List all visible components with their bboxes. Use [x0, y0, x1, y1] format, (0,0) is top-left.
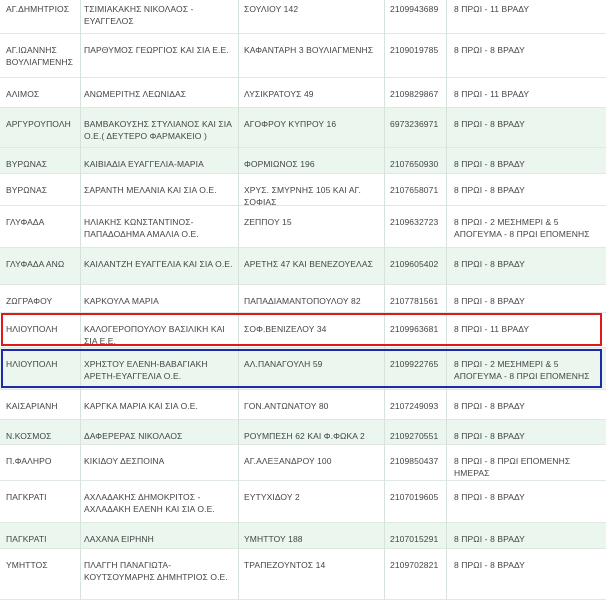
hours-cell: 8 ΠΡΩΙ - 2 ΜΕΣΗΜΕΡΙ & 5 ΑΠΟΓΕΥΜΑ - 8 ΠΡΩ… [454, 217, 590, 239]
phone-cell: 2107015291 [390, 534, 439, 544]
address-cell: ΑΓ.ΑΛΕΞΑΝΔΡΟΥ 100 [244, 456, 332, 466]
column-divider [384, 0, 385, 600]
table-row: ΠΑΓΚΡΑΤΙ ΛΑΧΑΝΑ ΕΙΡΗΝΗ ΥΜΗΤΤΟΥ 188 21070… [0, 523, 606, 549]
address-cell: ΚΑΦΑΝΤΑΡΗ 3 ΒΟΥΛΙΑΓΜΕΝΗΣ [244, 45, 374, 55]
table-row: ΑΡΓΥΡΟΥΠΟΛΗ ΒΑΜΒΑΚΟΥΣΗΣ ΣΤΥΛΙΑΝΟΣ ΚΑΙ ΣΙ… [0, 108, 606, 148]
phone-cell: 2109829867 [390, 89, 439, 99]
area-cell: ΑΓ.ΙΩΑΝΝΗΣ ΒΟΥΛΙΑΓΜΕΝΗΣ [6, 45, 73, 67]
hours-cell: 8 ΠΡΩΙ - 8 ΒΡΑΔΥ [454, 560, 525, 570]
hours-cell: 8 ΠΡΩΙ - 11 ΒΡΑΔΥ [454, 89, 530, 99]
phone-cell: 2107658071 [390, 185, 439, 195]
area-cell: ΚΑΙΣΑΡΙΑΝΗ [6, 401, 58, 411]
area-cell: ΥΜΗΤΤΟΣ [6, 560, 48, 570]
address-cell: ΡΟΥΜΠΕΣΗ 62 ΚΑΙ Φ.ΦΩΚΑ 2 [244, 431, 365, 441]
hours-cell: 8 ΠΡΩΙ - 8 ΒΡΑΔΥ [454, 492, 525, 502]
pharmacy-cell: ΚΑΙΒΙΑΔΙΑ ΕΥΑΓΓΕΛΙΑ-ΜΑΡΙΑ [84, 159, 204, 169]
column-divider [80, 0, 81, 600]
pharmacy-cell: ΚΑΡΓΚΑ ΜΑΡΙΑ ΚΑΙ ΣΙΑ Ο.Ε. [84, 401, 199, 411]
pharmacy-cell: ΚΙΚΙΔΟΥ ΔΕΣΠΟΙΝΑ [84, 456, 165, 466]
hours-cell: 8 ΠΡΩΙ - 8 ΒΡΑΔΥ [454, 159, 525, 169]
table-row: ΓΛΥΦΑΔΑ ΗΛΙΑΚΗΣ ΚΩΝΣΤΑΝΤΙΝΟΣ-ΠΑΠΑΔΟΔΗΜΑ … [0, 206, 606, 248]
area-cell: ΒΥΡΩΝΑΣ [6, 159, 48, 169]
phone-cell: 2109270551 [390, 431, 439, 441]
table-row: Ν.ΚΟΣΜΟΣ ΔΑΦΕΡΕΡΑΣ ΝΙΚΟΛΑΟΣ ΡΟΥΜΠΕΣΗ 62 … [0, 420, 606, 445]
phone-cell: 2107019605 [390, 492, 439, 502]
address-cell: ΛΥΣΙΚΡΑΤΟΥΣ 49 [244, 89, 314, 99]
table-row: Π.ΦΑΛΗΡΟ ΚΙΚΙΔΟΥ ΔΕΣΠΟΙΝΑ ΑΓ.ΑΛΕΞΑΝΔΡΟΥ … [0, 445, 606, 481]
phone-cell: 2107249093 [390, 401, 439, 411]
area-cell: Π.ΦΑΛΗΡΟ [6, 456, 52, 466]
table-row: ΠΑΓΚΡΑΤΙ ΑΧΛΑΔΑΚΗΣ ΔΗΜΟΚΡΙΤΟΣ - ΑΧΛΑΔΑΚΗ… [0, 481, 606, 523]
highlight-box-blue [1, 349, 602, 388]
hours-cell: 8 ΠΡΩΙ - 8 ΒΡΑΔΥ [454, 431, 525, 441]
address-cell: ΦΟΡΜΙΩΝΟΣ 196 [244, 159, 315, 169]
phone-cell: 2109019785 [390, 45, 439, 55]
pharmacy-cell: ΑΧΛΑΔΑΚΗΣ ΔΗΜΟΚΡΙΤΟΣ - ΑΧΛΑΔΑΚΗ ΕΛΕΝΗ ΚΑ… [84, 492, 215, 514]
area-cell: ΑΡΓΥΡΟΥΠΟΛΗ [6, 119, 71, 129]
address-cell: ΧΡΥΣ. ΣΜΥΡΝΗΣ 105 ΚΑΙ ΑΓ. ΣΟΦΙΑΣ [244, 185, 361, 207]
phone-cell: 2107650930 [390, 159, 439, 169]
area-cell: ΒΥΡΩΝΑΣ [6, 185, 48, 195]
area-cell: ΓΛΥΦΑΔΑ [6, 217, 45, 227]
table-row: ΚΑΙΣΑΡΙΑΝΗ ΚΑΡΓΚΑ ΜΑΡΙΑ ΚΑΙ ΣΙΑ Ο.Ε. ΓΟΝ… [0, 390, 606, 420]
area-cell: Ν.ΚΟΣΜΟΣ [6, 431, 52, 441]
area-cell: ΖΩΓΡΑΦΟΥ [6, 296, 53, 306]
address-cell: ΓΟΝ.ΑΝΤΩΝΑΤΟΥ 80 [244, 401, 329, 411]
hours-cell: 8 ΠΡΩΙ - 11 ΒΡΑΔΥ [454, 4, 530, 14]
highlight-box-red [1, 313, 602, 346]
column-divider [446, 0, 447, 600]
table-row: ΥΜΗΤΤΟΣ ΠΛΑΓΓΗ ΠΑΝΑΓΙΩΤΑ-ΚΟΥΤΣΟΥΜΑΡΗΣ ΔΗ… [0, 549, 606, 600]
phone-cell: 6973236971 [390, 119, 439, 129]
pharmacy-cell: ΛΑΧΑΝΑ ΕΙΡΗΝΗ [84, 534, 154, 544]
phone-cell: 2107781561 [390, 296, 439, 306]
table-row: ΒΥΡΩΝΑΣ ΚΑΙΒΙΑΔΙΑ ΕΥΑΓΓΕΛΙΑ-ΜΑΡΙΑ ΦΟΡΜΙΩ… [0, 148, 606, 174]
table-row: ΑΛΙΜΟΣ ΑΝΩΜΕΡΙΤΗΣ ΛΕΩΝΙΔΑΣ ΛΥΣΙΚΡΑΤΟΥΣ 4… [0, 78, 606, 108]
pharmacy-cell: ΣΑΡΑΝΤΗ ΜΕΛΑΝΙΑ ΚΑΙ ΣΙΑ Ο.Ε. [84, 185, 217, 195]
address-cell: ΖΕΠΠΟΥ 15 [244, 217, 292, 227]
pharmacy-cell: ΤΣΙΜΙΑΚΑΚΗΣ ΝΙΚΟΛΑΟΣ - ΕΥΑΓΓΕΛΟΣ [84, 4, 194, 26]
phone-cell: 2109850437 [390, 456, 439, 466]
pharmacy-cell: ΚΑΡΚΟΥΛΑ ΜΑΡΙΑ [84, 296, 159, 306]
hours-cell: 8 ΠΡΩΙ - 8 ΒΡΑΔΥ [454, 401, 525, 411]
address-cell: ΥΜΗΤΤΟΥ 188 [244, 534, 303, 544]
pharmacy-cell: ΠΑΡΘΥΜΟΣ ΓΕΩΡΓΙΟΣ ΚΑΙ ΣΙΑ Ε.Ε. [84, 45, 229, 55]
table-row: ΒΥΡΩΝΑΣ ΣΑΡΑΝΤΗ ΜΕΛΑΝΙΑ ΚΑΙ ΣΙΑ Ο.Ε. ΧΡΥ… [0, 174, 606, 207]
area-cell: ΓΛΥΦΑΔΑ ΑΝΩ [6, 259, 65, 269]
phone-cell: 2109605402 [390, 259, 439, 269]
area-cell: ΠΑΓΚΡΑΤΙ [6, 534, 47, 544]
hours-cell: 8 ΠΡΩΙ - 8 ΒΡΑΔΥ [454, 119, 525, 129]
table-row: ΑΓ.ΔΗΜΗΤΡΙΟΣ ΤΣΙΜΙΑΚΑΚΗΣ ΝΙΚΟΛΑΟΣ - ΕΥΑΓ… [0, 0, 606, 34]
address-cell: ΤΡΑΠΕΖΟΥΝΤΟΣ 14 [244, 560, 326, 570]
area-cell: ΑΛΙΜΟΣ [6, 89, 40, 99]
address-cell: ΠΑΠΑΔΙΑΜΑΝΤΟΠΟΥΛΟΥ 82 [244, 296, 361, 306]
hours-cell: 8 ΠΡΩΙ - 8 ΒΡΑΔΥ [454, 296, 525, 306]
address-cell: ΑΓΟΦΡΟΥ ΚΥΠΡΟΥ 16 [244, 119, 337, 129]
hours-cell: 8 ΠΡΩΙ - 8 ΒΡΑΔΥ [454, 534, 525, 544]
pharmacy-cell: ΠΛΑΓΓΗ ΠΑΝΑΓΙΩΤΑ-ΚΟΥΤΣΟΥΜΑΡΗΣ ΔΗΜΗΤΡΙΟΣ … [84, 560, 228, 582]
hours-cell: 8 ΠΡΩΙ - 8 ΒΡΑΔΥ [454, 185, 525, 195]
hours-cell: 8 ΠΡΩΙ - 8 ΒΡΑΔΥ [454, 45, 525, 55]
area-cell: ΠΑΓΚΡΑΤΙ [6, 492, 47, 502]
pharmacy-cell: ΗΛΙΑΚΗΣ ΚΩΝΣΤΑΝΤΙΝΟΣ-ΠΑΠΑΔΟΔΗΜΑ ΑΜΑΛΙΑ Ο… [84, 217, 199, 239]
hours-cell: 8 ΠΡΩΙ - 8 ΒΡΑΔΥ [454, 259, 525, 269]
column-divider [238, 0, 239, 600]
table-row: ΓΛΥΦΑΔΑ ΑΝΩ ΚΑΙΛΑΝΤΖΗ ΕΥΑΓΓΕΛΙΑ ΚΑΙ ΣΙΑ … [0, 248, 606, 285]
address-cell: ΣΟΥΛΙΟΥ 142 [244, 4, 299, 14]
table-row: ΖΩΓΡΑΦΟΥ ΚΑΡΚΟΥΛΑ ΜΑΡΙΑ ΠΑΠΑΔΙΑΜΑΝΤΟΠΟΥΛ… [0, 285, 606, 313]
table-row: ΑΓ.ΙΩΑΝΝΗΣ ΒΟΥΛΙΑΓΜΕΝΗΣ ΠΑΡΘΥΜΟΣ ΓΕΩΡΓΙΟ… [0, 34, 606, 78]
area-cell: ΑΓ.ΔΗΜΗΤΡΙΟΣ [6, 4, 70, 14]
address-cell: ΕΥΤΥΧΙΔΟΥ 2 [244, 492, 300, 502]
pharmacy-cell: ΚΑΙΛΑΝΤΖΗ ΕΥΑΓΓΕΛΙΑ ΚΑΙ ΣΙΑ Ο.Ε. [84, 259, 233, 269]
pharmacy-cell: ΑΝΩΜΕΡΙΤΗΣ ΛΕΩΝΙΔΑΣ [84, 89, 187, 99]
phone-cell: 2109702821 [390, 560, 439, 570]
pharmacy-cell: ΔΑΦΕΡΕΡΑΣ ΝΙΚΟΛΑΟΣ [84, 431, 183, 441]
phone-cell: 2109943689 [390, 4, 439, 14]
hours-cell: 8 ΠΡΩΙ - 8 ΠΡΩΙ ΕΠΟΜΕΝΗΣ ΗΜΕΡΑΣ [454, 456, 571, 478]
phone-cell: 2109632723 [390, 217, 439, 227]
pharmacy-cell: ΒΑΜΒΑΚΟΥΣΗΣ ΣΤΥΛΙΑΝΟΣ ΚΑΙ ΣΙΑ Ο.Ε.( ΔΕΥΤ… [84, 119, 232, 141]
address-cell: ΑΡΕΤΗΣ 47 ΚΑΙ ΒΕΝΕΖΟΥΕΛΑΣ [244, 259, 373, 269]
